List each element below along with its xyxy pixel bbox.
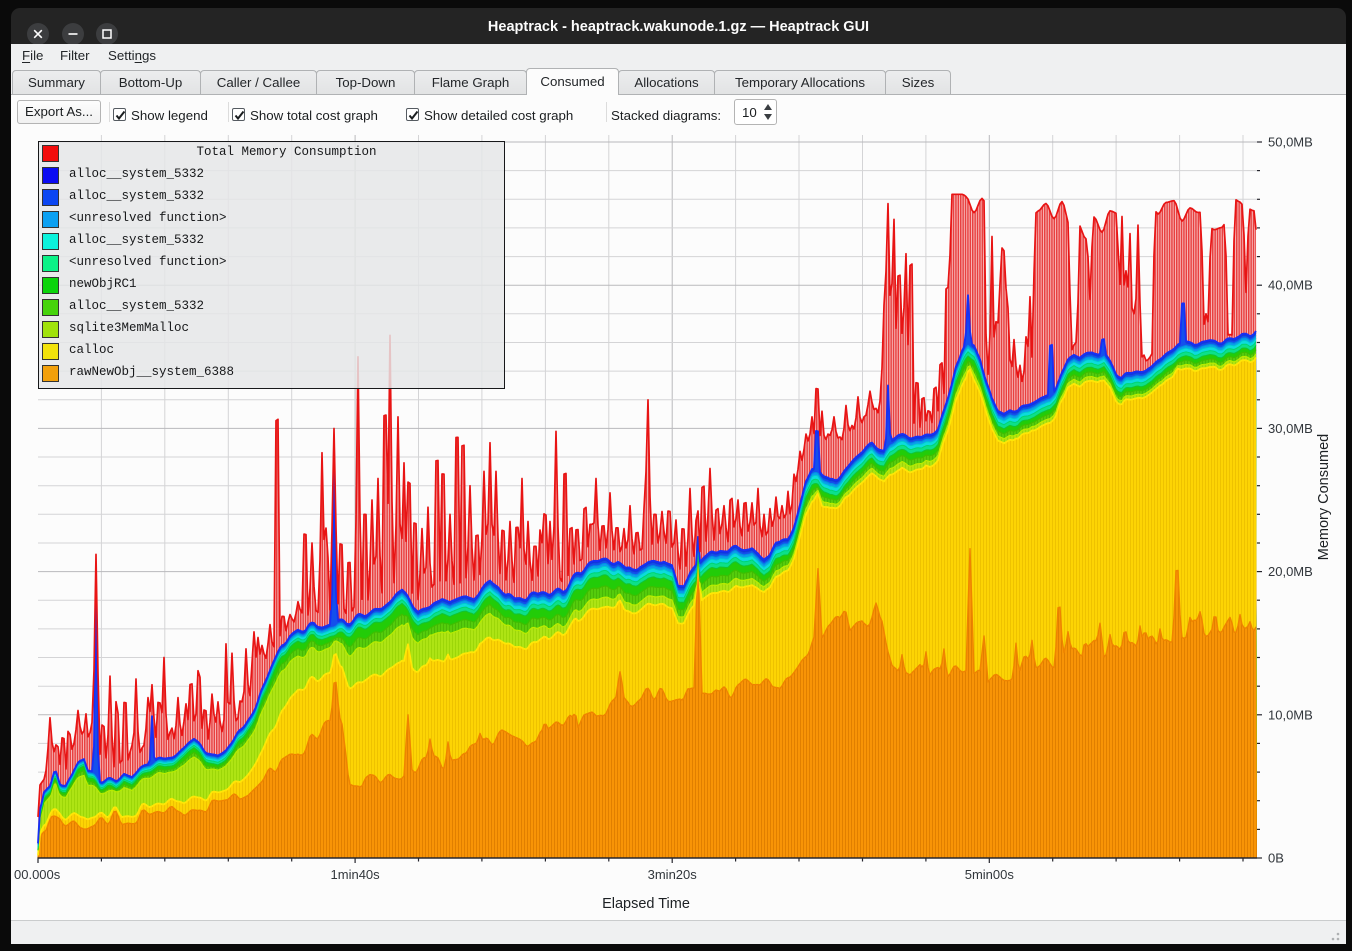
svg-text:00.000s: 00.000s <box>14 867 61 882</box>
svg-text:Memory Consumed: Memory Consumed <box>1316 434 1332 561</box>
svg-text:10,0MB: 10,0MB <box>1268 707 1313 722</box>
svg-text:1min40s: 1min40s <box>331 867 381 882</box>
svg-text:Elapsed Time: Elapsed Time <box>602 896 690 912</box>
svg-text:30,0MB: 30,0MB <box>1268 421 1313 436</box>
svg-text:50,0MB: 50,0MB <box>1268 135 1313 150</box>
svg-text:5min00s: 5min00s <box>965 867 1015 882</box>
svg-text:20,0MB: 20,0MB <box>1268 564 1313 579</box>
svg-text:40,0MB: 40,0MB <box>1268 278 1313 293</box>
svg-text:0B: 0B <box>1268 851 1284 866</box>
svg-text:3min20s: 3min20s <box>648 867 698 882</box>
